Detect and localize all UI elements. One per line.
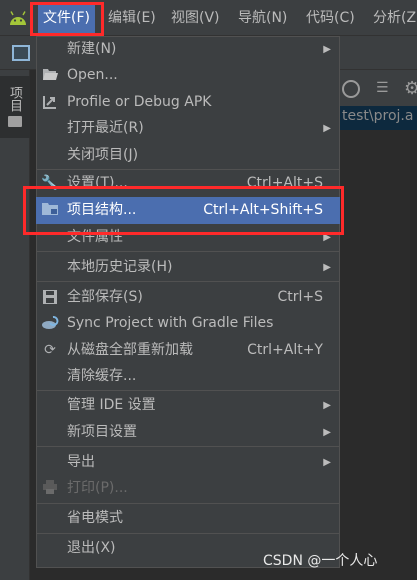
submenu-arrow-icon: ▶ (323, 457, 331, 468)
menu-item-sync-gradle[interactable]: Sync Project with Gradle Files (36, 310, 340, 337)
menu-item-open-recent[interactable]: 打开最近(R) ▶ (36, 115, 340, 142)
menu-item-label: 新项目设置 (67, 424, 137, 440)
menu-navigate[interactable]: 导航(N) (238, 0, 287, 36)
menu-item-open[interactable]: Open... (36, 62, 340, 89)
menu-separator (36, 446, 340, 447)
menu-item-shortcut: Ctrl+Alt+S (246, 175, 323, 191)
menu-item-label: 打印(P)... (67, 480, 128, 496)
submenu-arrow-icon: ▶ (323, 427, 331, 438)
watermark: CSDN @一个人心 (263, 553, 378, 569)
menu-item-label: 从磁盘全部重新加载 (67, 342, 193, 358)
menu-item-settings[interactable]: 🔧 设置(T)... Ctrl+Alt+S (36, 170, 340, 197)
menu-view[interactable]: 视图(V) (171, 0, 220, 36)
locate-icon[interactable] (342, 80, 360, 98)
submenu-arrow-icon: ▶ (323, 123, 331, 134)
menu-item-label: 导出 (67, 454, 95, 470)
menu-item-label: 省电模式 (67, 510, 123, 526)
menu-item-label: 管理 IDE 设置 (67, 397, 156, 413)
menu-item-label: 设置(T)... (67, 175, 128, 191)
menu-analyze[interactable]: 分析(Z) (373, 0, 417, 36)
menu-separator (36, 503, 340, 504)
menu-bar: 文件(F) 编辑(E) 视图(V) 导航(N) 代码(C) 分析(Z) (0, 0, 417, 36)
menu-item-label: Open... (67, 67, 118, 83)
folder-icon (8, 116, 22, 127)
menu-item-new[interactable]: 新建(N) ▶ (36, 36, 340, 63)
menu-item-manage-ide-settings[interactable]: 管理 IDE 设置 ▶ (36, 392, 340, 419)
android-icon (10, 11, 26, 25)
menu-item-label: 关闭项目(J) (67, 147, 139, 163)
menu-item-shortcut: Ctrl+S (277, 289, 323, 305)
menu-item-reload-from-disk[interactable]: ⟳ 从磁盘全部重新加载 Ctrl+Alt+Y (36, 337, 340, 364)
menu-item-profile-debug-apk[interactable]: Profile or Debug APK (36, 89, 340, 116)
menu-item-shortcut: Ctrl+Alt+Y (247, 342, 323, 358)
project-path: test\proj.a (342, 108, 414, 124)
submenu-arrow-icon: ▶ (323, 400, 331, 411)
submenu-arrow-icon: ▶ (323, 232, 331, 243)
submenu-arrow-icon: ▶ (323, 44, 331, 55)
gradle-sync-icon (41, 315, 59, 332)
menu-item-label: 清除缓存... (67, 368, 137, 384)
collapse-all-icon[interactable]: ☰ (376, 81, 390, 95)
menu-item-label: 退出(X) (67, 540, 116, 556)
menu-separator (36, 281, 340, 282)
reload-icon: ⟳ (44, 342, 56, 358)
tool-window-strip (0, 70, 30, 580)
menu-item-label: 文件属性 (67, 229, 123, 245)
menu-separator (36, 251, 340, 252)
menu-item-save-all[interactable]: 全部保存(S) Ctrl+S (36, 284, 340, 311)
save-icon (41, 289, 59, 306)
layout-icon[interactable] (12, 45, 30, 61)
menu-item-label: Sync Project with Gradle Files (67, 315, 274, 331)
menu-item-label: 项目结构... (67, 202, 137, 218)
printer-icon (41, 480, 59, 497)
menu-code[interactable]: 代码(C) (306, 0, 355, 36)
menu-item-new-project-settings[interactable]: 新项目设置 ▶ (36, 419, 340, 446)
menu-separator (36, 390, 340, 391)
menu-item-label: Profile or Debug APK (67, 94, 212, 110)
menu-item-file-properties[interactable]: 文件属性 ▶ (36, 224, 340, 251)
menu-item-close-project[interactable]: 关闭项目(J) (36, 142, 340, 169)
menu-item-label: 本地历史记录(H) (67, 259, 173, 275)
tab-project-label: 项目 (7, 86, 22, 112)
menu-item-shortcut: Ctrl+Alt+Shift+S (203, 202, 323, 218)
profile-apk-icon (41, 94, 59, 111)
menu-edit[interactable]: 编辑(E) (108, 0, 156, 36)
menu-item-local-history[interactable]: 本地历史记录(H) ▶ (36, 254, 340, 281)
menu-item-print[interactable]: 打印(P)... (36, 475, 340, 502)
menu-item-power-save-mode[interactable]: 省电模式 (36, 505, 340, 532)
submenu-arrow-icon: ▶ (323, 262, 331, 273)
menu-item-label: 全部保存(S) (67, 289, 143, 305)
menu-item-label: 打开最近(R) (67, 120, 144, 136)
menu-item-invalidate-caches[interactable]: 清除缓存... (36, 363, 340, 390)
menu-item-label: 新建(N) (67, 41, 117, 57)
menu-file[interactable]: 文件(F) (38, 3, 95, 33)
folder-open-icon (41, 67, 59, 84)
menu-separator (36, 533, 340, 534)
menu-item-project-structure[interactable]: 项目结构... Ctrl+Alt+Shift+S (36, 197, 340, 224)
menu-item-export[interactable]: 导出 ▶ (36, 449, 340, 476)
project-structure-icon (41, 202, 59, 219)
gear-icon[interactable]: ⚙ (404, 78, 417, 99)
wrench-icon: 🔧 (41, 175, 59, 191)
